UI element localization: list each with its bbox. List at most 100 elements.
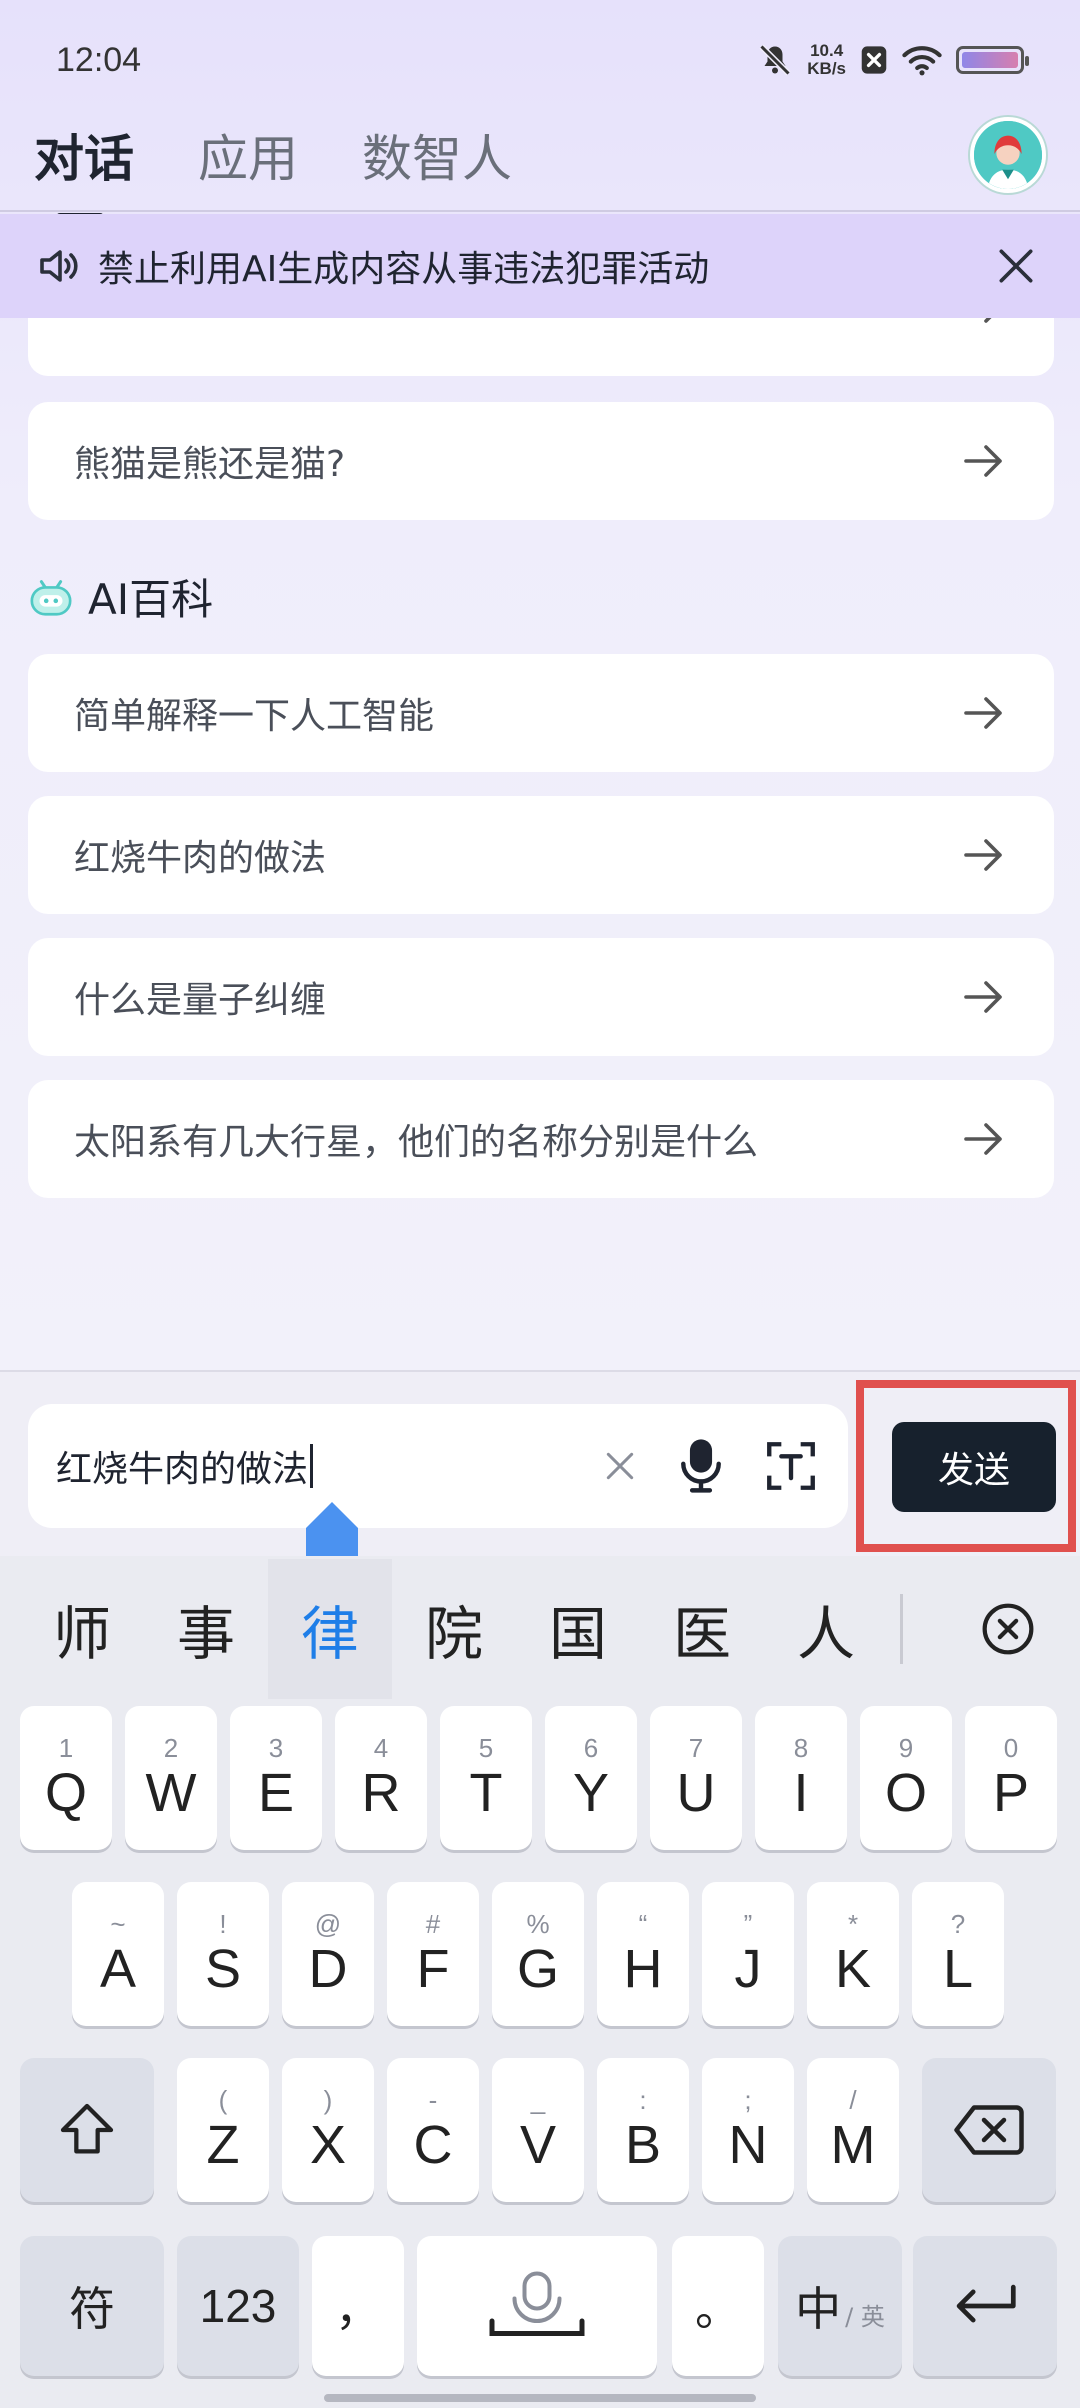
status-icons: 10.4 KB/s <box>757 42 1029 78</box>
key-a[interactable]: ~ A <box>72 1882 164 2026</box>
suggestion-card[interactable]: 什么是量子纠缠 <box>28 938 1054 1056</box>
key-h[interactable]: “H <box>597 1882 689 2026</box>
tab-digital-human[interactable]: 数智人 <box>362 119 512 191</box>
key-q[interactable]: 1Q <box>20 1706 112 1850</box>
key-s[interactable]: ! S <box>177 1882 269 2026</box>
tab-chat[interactable]: 对话 <box>34 119 134 221</box>
avatar[interactable] <box>970 117 1046 193</box>
tab-apps[interactable]: 应用 <box>198 119 298 191</box>
number-key[interactable]: 123 <box>177 2236 299 2376</box>
candidate-word[interactable]: 事 <box>144 1559 268 1699</box>
home-indicator[interactable] <box>324 2394 756 2402</box>
key-sub-label: # <box>425 1909 441 1939</box>
key-x[interactable]: ) X <box>282 2058 374 2202</box>
key-z[interactable]: (Z <box>177 2058 269 2202</box>
key-e[interactable]: 3E <box>230 1706 322 1850</box>
key-sub-label: _ <box>530 2085 546 2115</box>
candidate-word-selected[interactable]: 律 <box>268 1559 392 1699</box>
key-g[interactable]: % G <box>492 1882 584 2026</box>
key-label: U <box>676 1763 716 1823</box>
key-label: J <box>734 1939 762 1999</box>
key-n[interactable]: ; N <box>702 2058 794 2202</box>
input-actions <box>600 1435 820 1497</box>
key-u[interactable]: 7U <box>650 1706 742 1850</box>
key-sub-label: 9 <box>898 1733 914 1763</box>
period-key[interactable]: 。 <box>672 2236 764 2376</box>
key-sub-label: ” <box>743 1909 753 1939</box>
key-w[interactable]: 2W <box>125 1706 217 1850</box>
comma-key[interactable]: ， <box>312 2236 404 2376</box>
suggestion-text: 什么是量子纠缠 <box>74 980 327 1021</box>
enter-key[interactable] <box>913 2236 1057 2376</box>
key-t[interactable]: 5T <box>440 1706 532 1850</box>
key-label: H <box>623 1939 663 1999</box>
voice-input-icon <box>489 2271 585 2336</box>
send-button[interactable]: 发送 <box>892 1422 1056 1512</box>
key-label: P <box>992 1763 1030 1823</box>
key-l[interactable]: ? L <box>912 1882 1004 2026</box>
suggestion-text: 红烧牛肉的做法 <box>74 838 327 879</box>
key-f[interactable]: # F <box>387 1882 479 2026</box>
enter-icon <box>956 2284 1016 2323</box>
suggestion-card[interactable]: 熊猫是熊还是猫? <box>28 402 1054 520</box>
suggestion-card[interactable]: 简单解释一下人工智能 <box>28 654 1054 772</box>
key-k[interactable]: * K <box>807 1882 899 2026</box>
key-label: D <box>308 1939 348 1999</box>
key-sub-label: 6 <box>583 1733 599 1763</box>
speaker-icon <box>40 250 78 282</box>
key-sub-label: ? <box>950 1909 966 1939</box>
arrow-right-icon <box>964 445 1002 477</box>
notice-close-button[interactable] <box>986 236 1046 296</box>
top-nav: 对话 应用 数智人 <box>0 100 1080 221</box>
shift-key[interactable] <box>20 2058 154 2202</box>
key-label: O <box>884 1763 927 1823</box>
arrow-right-icon <box>964 981 1002 1013</box>
key-b[interactable]: :B <box>597 2058 689 2202</box>
backspace-key[interactable] <box>922 2058 1056 2202</box>
key-label: S <box>204 1939 242 1999</box>
candidate-word[interactable]: 国 <box>516 1559 640 1699</box>
key-sub-label: ( <box>218 2085 228 2115</box>
message-input-text: 红烧牛肉的做法 <box>56 1449 309 1490</box>
candidate-word[interactable]: 师 <box>20 1559 144 1699</box>
battery-icon <box>956 46 1029 74</box>
symbol-key[interactable]: 符 <box>20 2236 164 2376</box>
key-m[interactable]: / M <box>807 2058 899 2202</box>
key-d[interactable]: @ D <box>282 1882 374 2026</box>
key-sub-label: * <box>847 1909 859 1939</box>
key-c[interactable]: -C <box>387 2058 479 2202</box>
language-switch-labels: 中 / 英 <box>795 2273 885 2339</box>
net-speed: 10.4 KB/s <box>807 42 846 78</box>
message-input[interactable]: 红烧牛肉的做法 <box>28 1404 848 1528</box>
key-sub-label: ~ <box>110 1909 126 1939</box>
close-candidates-icon[interactable] <box>980 1601 1036 1657</box>
shift-icon <box>60 2103 114 2154</box>
suggestion-card[interactable]: 红烧牛肉的做法 <box>28 796 1054 914</box>
key-v[interactable]: _ V <box>492 2058 584 2202</box>
key-j[interactable]: ” J <box>702 1882 794 2026</box>
key-label: 符 <box>69 2283 115 2335</box>
key-label: E <box>257 1763 295 1823</box>
text-scan-icon[interactable] <box>762 1437 820 1495</box>
key-y[interactable]: 6Y <box>545 1706 637 1850</box>
key-label: T <box>469 1763 503 1823</box>
key-r[interactable]: 4R <box>335 1706 427 1850</box>
key-label: Y <box>572 1763 610 1823</box>
key-o[interactable]: 9O <box>860 1706 952 1850</box>
suggestion-card[interactable]: 太阳系有几大行星，他们的名称分别是什么 <box>28 1080 1054 1198</box>
key-sub-label: - <box>428 2085 438 2115</box>
key-i[interactable]: 8I <box>755 1706 847 1850</box>
space-key[interactable] <box>417 2236 657 2376</box>
key-sub-label: : <box>639 2085 647 2115</box>
key-label: I <box>793 1763 809 1823</box>
text-caret <box>310 1444 314 1488</box>
candidate-word[interactable]: 院 <box>392 1559 516 1699</box>
language-switch-key[interactable]: 中 / 英 <box>778 2236 902 2376</box>
key-p[interactable]: 0P <box>965 1706 1057 1850</box>
key-label: Q <box>44 1763 87 1823</box>
microphone-icon[interactable] <box>674 1435 728 1497</box>
clear-icon[interactable] <box>600 1446 640 1486</box>
candidate-word[interactable]: 人 <box>764 1559 888 1699</box>
candidate-word[interactable]: 医 <box>640 1559 764 1699</box>
key-sub-label: 2 <box>163 1733 179 1763</box>
